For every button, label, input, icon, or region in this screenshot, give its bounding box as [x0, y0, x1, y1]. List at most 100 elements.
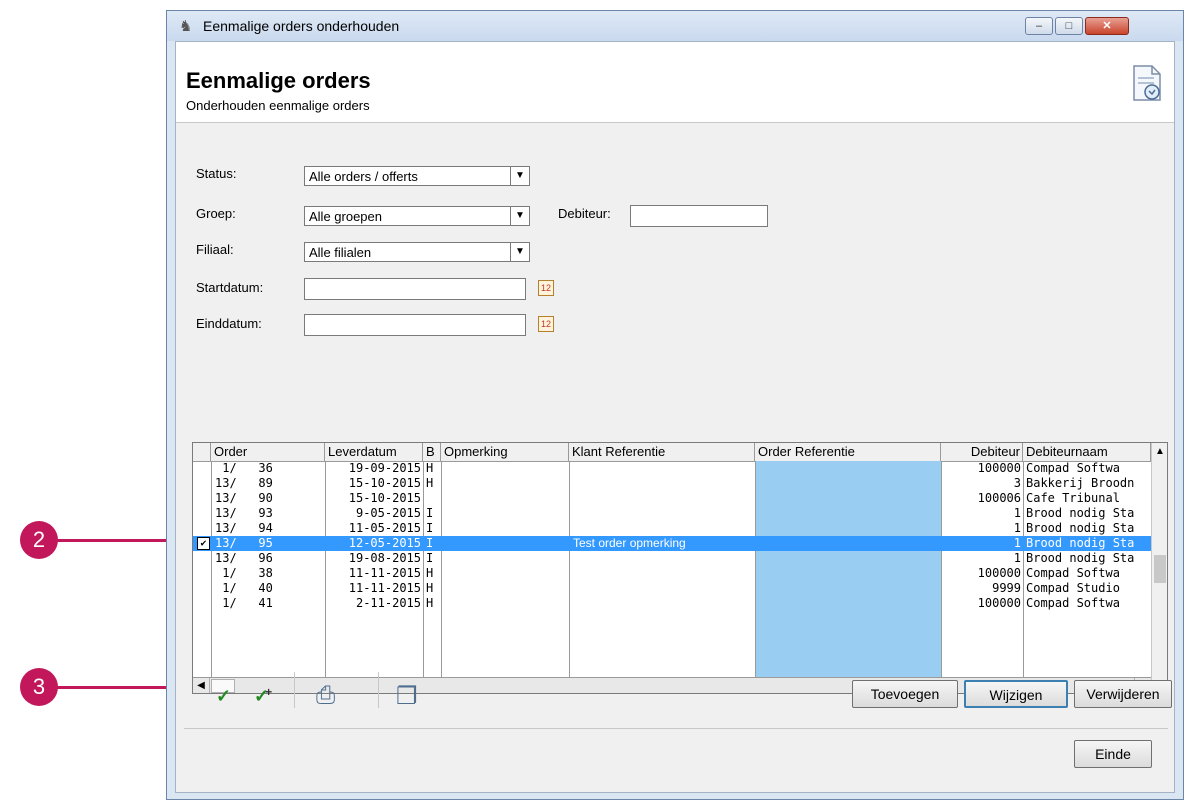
toevoegen-button[interactable]: Toevoegen	[852, 680, 958, 708]
cell-b: H	[426, 581, 434, 595]
cell-date: 11-11-2015	[348, 566, 421, 580]
cell-name: Bakkerij Broodn	[1026, 476, 1135, 490]
maximize-button[interactable]: □	[1055, 17, 1083, 35]
cell-klant	[573, 461, 753, 476]
close-button[interactable]: ✕	[1085, 17, 1129, 35]
table-row[interactable]: 1/ 38 11-11-2015 H 100000 Compad Softwa	[193, 566, 1167, 581]
callout-2-arrow-line	[56, 539, 172, 542]
client-area: Eenmalige orders Onderhouden eenmalige o…	[175, 41, 1175, 793]
cell-order: 13/ 95	[215, 536, 273, 550]
chevron-down-icon[interactable]: ▼	[510, 207, 529, 225]
cell-name: Compad Softwa	[1026, 461, 1120, 475]
minimize-button[interactable]: –	[1025, 17, 1053, 35]
filiaal-label: Filiaal:	[196, 242, 234, 257]
calendar-icon[interactable]: 12	[538, 316, 554, 332]
check-plus-icon[interactable]: ✓+	[254, 685, 276, 707]
main-window: ♞ Eenmalige orders onderhouden – □ ✕ Een…	[166, 10, 1184, 800]
cell-date: 15-10-2015	[348, 491, 421, 505]
filiaal-value: Alle filialen	[309, 245, 372, 260]
calendar-icon[interactable]: 12	[538, 280, 554, 296]
cell-order: 1/ 40	[215, 581, 273, 595]
cell-b: H	[426, 461, 434, 475]
cell-orderref	[759, 596, 939, 611]
einddatum-field[interactable]	[304, 314, 526, 336]
einde-button[interactable]: Einde	[1074, 740, 1152, 768]
col-klant-referentie[interactable]: Klant Referentie	[569, 443, 755, 461]
startdatum-field[interactable]	[304, 278, 526, 300]
table-row[interactable]: 13/ 96 19-08-2015 I 1 Brood nodig Sta	[193, 551, 1167, 566]
debiteur-label: Debiteur:	[558, 206, 611, 221]
table-row[interactable]: 13/ 93 9-05-2015 I 1 Brood nodig Sta	[193, 506, 1167, 521]
cell-name: Cafe Tribunal	[1026, 491, 1120, 505]
cell-opm	[445, 506, 567, 521]
status-select[interactable]: Alle orders / offerts ▼	[304, 166, 530, 186]
table-row[interactable]: 1/ 41 2-11-2015 H 100000 Compad Softwa	[193, 596, 1167, 611]
scroll-up-icon[interactable]: ▲	[1152, 443, 1167, 461]
cell-name: Brood nodig Sta	[1026, 536, 1135, 550]
printer-icon[interactable]: ⎙	[316, 682, 335, 710]
cell-date: 9-05-2015	[348, 506, 421, 520]
cell-name: Compad Softwa	[1026, 596, 1120, 610]
cell-opm	[445, 491, 567, 506]
col-select	[193, 443, 211, 461]
cell-deb: 100006	[977, 491, 1021, 505]
wijzigen-button[interactable]: Wijzigen	[964, 680, 1068, 708]
cell-klant: Test order opmerking	[573, 536, 686, 550]
cell-order: 13/ 96	[215, 551, 273, 565]
col-b[interactable]: B	[423, 443, 441, 461]
debiteur-field[interactable]	[630, 205, 768, 227]
cell-date: 11-11-2015	[348, 581, 421, 595]
cell-orderref	[759, 566, 939, 581]
cell-name: Compad Studio	[1026, 581, 1120, 595]
cell-orderref	[759, 581, 939, 596]
cell-b	[426, 491, 440, 506]
cell-b: H	[426, 596, 434, 610]
plus-mark: +	[265, 685, 273, 699]
cell-order: 1/ 36	[215, 461, 273, 475]
title-bar[interactable]: ♞ Eenmalige orders onderhouden – □ ✕	[167, 11, 1183, 41]
verwijderen-button[interactable]: Verwijderen	[1074, 680, 1172, 708]
vertical-scrollbar[interactable]: ▲ ▼	[1151, 443, 1167, 693]
col-order-referentie[interactable]: Order Referentie	[755, 443, 941, 461]
cell-order: 1/ 41	[215, 596, 273, 610]
copy-document-icon[interactable]: ❐	[396, 682, 418, 711]
cell-b: I	[426, 536, 434, 550]
cell-opm	[445, 581, 567, 596]
col-opmerking[interactable]: Opmerking	[441, 443, 569, 461]
cell-deb: 1	[1013, 551, 1021, 565]
table-row[interactable]: 1/ 40 11-11-2015 H 9999 Compad Studio	[193, 581, 1167, 596]
groep-select[interactable]: Alle groepen ▼	[304, 206, 530, 226]
chevron-down-icon[interactable]: ▼	[510, 167, 529, 185]
callout-3: 3	[20, 668, 58, 706]
table-row[interactable]: 13/ 94 11-05-2015 I 1 Brood nodig Sta	[193, 521, 1167, 536]
footer-separator	[184, 728, 1168, 729]
row-checkbox[interactable]: ✔	[197, 537, 210, 550]
app-icon: ♞	[179, 18, 193, 35]
col-order[interactable]: Order	[211, 443, 325, 461]
groep-value: Alle groepen	[309, 209, 382, 224]
cell-deb: 1	[1013, 506, 1021, 520]
scroll-left-icon[interactable]: ◀	[193, 678, 210, 693]
cell-name: Brood nodig Sta	[1026, 551, 1135, 565]
orders-grid[interactable]: Order Leverdatum B Opmerking Klant Refer…	[192, 442, 1168, 694]
cell-b: I	[426, 506, 434, 520]
cell-opm	[445, 521, 567, 536]
cell-klant	[573, 491, 753, 506]
table-row[interactable]: 13/ 90 15-10-2015 100006 Cafe Tribunal	[193, 491, 1167, 506]
cell-deb: 100000	[977, 461, 1021, 475]
cell-orderref	[759, 536, 939, 551]
col-debiteur[interactable]: Debiteur	[941, 443, 1023, 461]
chevron-down-icon[interactable]: ▼	[510, 243, 529, 261]
table-row[interactable]: 1/ 36 19-09-2015 H 100000 Compad Softwa	[193, 461, 1167, 476]
col-leverdatum[interactable]: Leverdatum	[325, 443, 423, 461]
check-icon[interactable]: ✓	[216, 686, 231, 707]
cell-name: Brood nodig Sta	[1026, 506, 1135, 520]
table-row[interactable]: 13/ 89 15-10-2015 H 3 Bakkerij Broodn	[193, 476, 1167, 491]
scroll-thumb[interactable]	[1154, 555, 1166, 583]
filiaal-select[interactable]: Alle filialen ▼	[304, 242, 530, 262]
cell-opm	[445, 551, 567, 566]
table-row[interactable]: ✔ 13/ 95 12-05-2015 I Test order opmerking 1 B…	[193, 536, 1167, 551]
status-label: Status:	[196, 166, 237, 181]
col-debiteurnaam[interactable]: Debiteurnaam	[1023, 443, 1151, 461]
cell-klant	[573, 551, 753, 566]
